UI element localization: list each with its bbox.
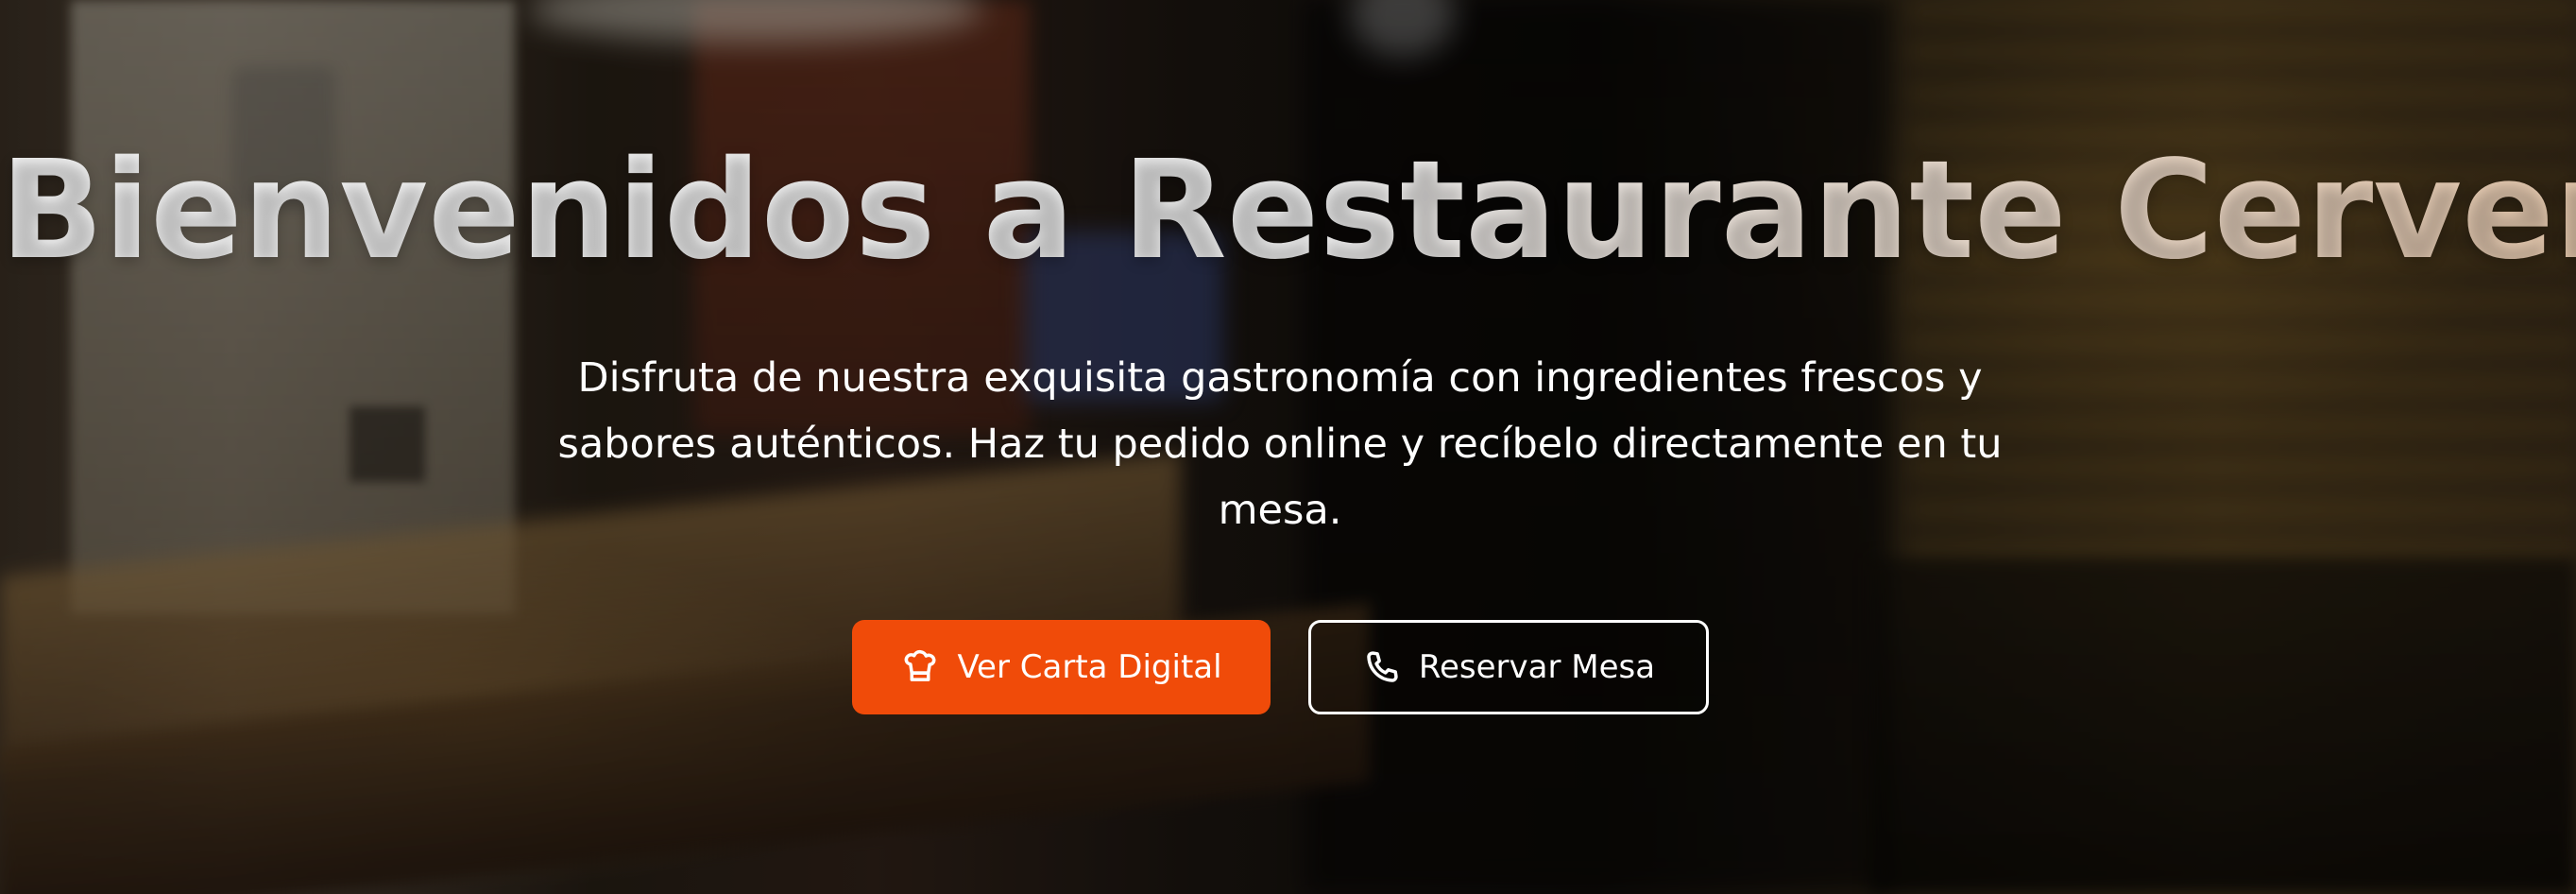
hero-title: Bienvenidos a Restaurante Cervereta: [0, 142, 2576, 278]
hero-actions: Ver Carta Digital Reservar Mesa: [852, 620, 1712, 714]
hero-subtitle: Disfruta de nuestra exquisita gastronomí…: [557, 354, 2003, 534]
view-digital-menu-button[interactable]: Ver Carta Digital: [852, 620, 1271, 714]
phone-icon: [1362, 647, 1402, 687]
view-digital-menu-label: Ver Carta Digital: [957, 648, 1222, 686]
reserve-table-button[interactable]: Reservar Mesa: [1308, 620, 1709, 714]
reserve-table-label: Reservar Mesa: [1418, 648, 1656, 686]
hero-section: Bienvenidos a Restaurante Cervereta Disf…: [0, 0, 2576, 894]
chef-hat-icon: [900, 647, 940, 687]
hero-content: Bienvenidos a Restaurante Cervereta Disf…: [0, 0, 2576, 894]
